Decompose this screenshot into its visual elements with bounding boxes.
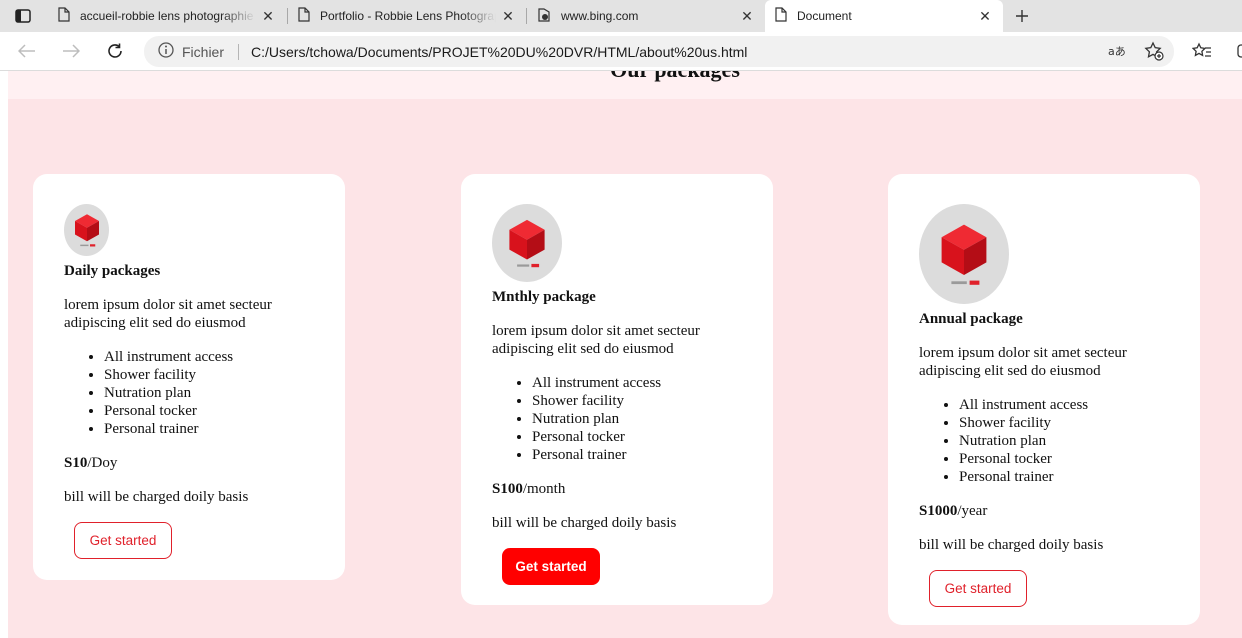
packages-section: Daily packages lorem ipsum dolor sit ame… [8,99,1242,638]
feature-list: All instrument access Shower facility Nu… [959,396,1169,486]
tab-actions-icon[interactable] [8,5,38,27]
cube-icon [74,214,99,247]
section-heading: Our packages [0,71,1242,83]
svg-text:aあ: aあ [1108,45,1126,58]
list-item: Personal trainer [104,420,314,438]
page-icon [58,7,70,25]
list-item: All instrument access [104,348,314,366]
list-item: All instrument access [532,374,742,392]
bing-icon [537,7,551,25]
package-title: Annual package [919,311,1023,327]
list-item: Nutration plan [959,432,1169,450]
tab-document[interactable]: Document ✕ [765,0,1003,32]
tab-strip: accueil-robbie lens photographie ✕ Portf… [0,0,1242,32]
package-title: Daily packages [64,263,161,279]
close-icon[interactable]: ✕ [977,8,993,24]
package-price: S1000/year [919,502,1169,520]
new-tab-icon[interactable] [1008,2,1036,30]
price-period: /year [957,503,988,519]
tab-portfolio[interactable]: Portfolio - Robbie Lens Photography ✕ [288,0,526,32]
billing-note: bill will be charged doily basis [492,515,677,531]
refresh-icon[interactable] [100,37,130,65]
back-arrow-icon[interactable] [12,37,42,65]
collections-icon[interactable] [1232,40,1242,62]
price-amount: S10 [64,455,88,471]
list-item: Personal trainer [959,468,1169,486]
read-aloud-icon[interactable]: aあ [1107,40,1129,62]
list-item: Personal trainer [532,446,742,464]
package-avatar [492,204,562,282]
site-label: Fichier [182,43,225,60]
package-card-daily: Daily packages lorem ipsum dolor sit ame… [33,174,345,580]
list-item: Personal tocker [959,450,1169,468]
price-period: /month [522,481,566,497]
page-icon [775,7,787,25]
tab-title: accueil-robbie lens photographie [80,9,254,23]
list-item: Nutration plan [104,384,314,402]
list-item: Shower facility [959,414,1169,432]
package-description: lorem ipsum dolor sit amet secteur adipi… [64,297,272,331]
package-price: S100/month [492,480,742,498]
close-icon[interactable]: ✕ [500,8,516,24]
tab-bing[interactable]: www.bing.com ✕ [527,0,765,32]
billing-note: bill will be charged doily basis [919,537,1104,553]
package-description: lorem ipsum dolor sit amet secteur adipi… [492,323,700,357]
get-started-button[interactable]: Get started [74,522,172,559]
cube-icon [941,224,987,285]
tab-title: Portfolio - Robbie Lens Photography [320,9,496,23]
package-price: S10/Doy [64,454,314,472]
address-separator [238,43,240,60]
address-bar[interactable]: Fichier C:/Users/tchowa/Documents/PROJET… [144,36,1174,67]
package-card-monthly: Mnthly package lorem ipsum dolor sit ame… [461,174,773,605]
page-viewport: Our packages Daily packages lorem ipsum … [0,71,1242,638]
url-text[interactable]: C:/Users/tchowa/Documents/PROJET%20DU%20… [251,44,747,60]
tab-title: www.bing.com [561,9,639,23]
list-item: Shower facility [104,366,314,384]
price-amount: S100 [492,481,523,497]
close-icon[interactable]: ✕ [739,8,755,24]
add-favorite-icon[interactable] [1143,40,1165,62]
get-started-button[interactable]: Get started [929,570,1027,607]
forward-arrow-icon[interactable] [56,37,86,65]
price-period: /Doy [87,455,118,471]
feature-list: All instrument access Shower facility Nu… [104,348,314,438]
package-description: lorem ipsum dolor sit amet secteur adipi… [919,345,1127,379]
info-icon[interactable] [158,42,174,61]
list-item: All instrument access [959,396,1169,414]
package-title: Mnthly package [492,289,596,305]
address-toolbar: Fichier C:/Users/tchowa/Documents/PROJET… [0,32,1242,71]
page-icon [298,7,310,25]
price-amount: S1000 [919,503,958,519]
tab-accueil[interactable]: accueil-robbie lens photographie ✕ [48,0,286,32]
favorites-icon[interactable] [1191,40,1213,62]
list-item: Personal tocker [532,428,742,446]
package-avatar [64,204,109,256]
package-card-annual: Annual package lorem ipsum dolor sit ame… [888,174,1200,625]
feature-list: All instrument access Shower facility Nu… [532,374,742,464]
list-item: Shower facility [532,392,742,410]
package-avatar [919,204,1009,304]
billing-note: bill will be charged doily basis [64,489,249,505]
get-started-button[interactable]: Get started [502,548,600,585]
close-icon[interactable]: ✕ [260,8,276,24]
cube-icon [509,219,545,268]
list-item: Personal tocker [104,402,314,420]
list-item: Nutration plan [532,410,742,428]
tab-title: Document [797,9,852,23]
